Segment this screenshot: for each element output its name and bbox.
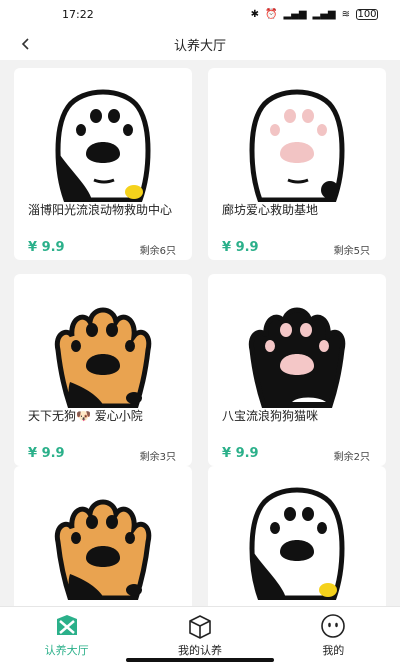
status-time: 17:22 <box>62 7 94 21</box>
face-icon <box>321 614 346 638</box>
price: ¥ 9.9 <box>28 240 65 255</box>
signal-icon: ▂▄▆ <box>312 8 336 20</box>
shelter-card[interactable] <box>14 466 192 606</box>
box-icon <box>189 615 211 639</box>
paw-icon <box>54 499 152 600</box>
remaining-count: 剩余2只 <box>333 452 370 463</box>
remaining-count: 剩余3只 <box>139 452 176 463</box>
tab-label: 我的认养 <box>177 644 222 657</box>
shelter-name: 天下无狗🐶 爱心小院 <box>28 409 143 423</box>
price: ¥ 9.9 <box>28 446 65 461</box>
paw-icon <box>249 487 345 600</box>
paw-home-icon <box>56 615 77 635</box>
status-icons: ✱ ⏰ ▂▄▆ ▂▄▆ ≋ 100 <box>250 8 378 20</box>
shelter-card[interactable] <box>208 466 386 606</box>
shelter-card[interactable]: 天下无狗🐶 爱心小院 ¥ 9.9 剩余3只 <box>14 274 192 466</box>
shelter-name: 淄博阳光流浪动物救助中心 <box>28 203 173 217</box>
alarm-icon: ⏰ <box>265 8 278 20</box>
battery-icon: 100 <box>356 8 378 20</box>
price: ¥ 9.9 <box>222 240 259 255</box>
bluetooth-icon: ✱ <box>250 8 259 20</box>
tab-adoption-hall[interactable]: 认养大厅 <box>0 607 133 666</box>
page-title: 认养大厅 <box>173 38 226 54</box>
price: ¥ 9.9 <box>222 446 259 461</box>
remaining-count: 剩余6只 <box>139 246 176 257</box>
back-button[interactable] <box>14 32 38 56</box>
chevron-left-icon <box>21 38 29 50</box>
shelter-name: 八宝流浪狗狗猫咪 <box>222 409 319 423</box>
paw-icon <box>54 307 152 408</box>
remaining-count: 剩余5只 <box>333 246 370 257</box>
wifi-icon: ≋ <box>341 8 350 20</box>
paw-icon <box>249 89 345 202</box>
signal-icon: ▂▄▆ <box>283 8 307 20</box>
shelter-grid: 淄博阳光流浪动物救助中心 ¥ 9.9 剩余6只 廊坊爱心救助基地 ¥ 9.9 剩… <box>0 60 400 606</box>
status-bar: 17:22 ✱ ⏰ ▂▄▆ ▂▄▆ ≋ 100 <box>0 0 400 28</box>
shelter-card[interactable]: 淄博阳光流浪动物救助中心 ¥ 9.9 剩余6只 <box>14 68 192 260</box>
tab-bar: 认养大厅 我的认养 我的 <box>0 606 400 666</box>
shelter-card[interactable]: 廊坊爱心救助基地 ¥ 9.9 剩余5只 <box>208 68 386 260</box>
nav-bar: 认养大厅 <box>0 28 400 60</box>
tab-me[interactable]: 我的 <box>267 607 400 666</box>
tab-label: 认养大厅 <box>44 644 89 657</box>
home-indicator <box>126 658 274 662</box>
shelter-card[interactable]: 八宝流浪狗狗猫咪 ¥ 9.9 剩余2只 <box>208 274 386 466</box>
paw-icon <box>55 89 151 202</box>
shelter-name: 廊坊爱心救助基地 <box>222 203 319 217</box>
battery-level: 100 <box>357 8 377 20</box>
tab-label: 我的 <box>322 644 345 657</box>
paw-icon <box>248 307 346 408</box>
